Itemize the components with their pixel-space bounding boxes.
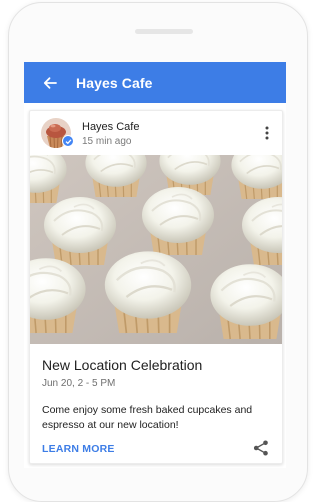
phone-speaker: [135, 29, 193, 34]
post-timestamp: 15 min ago: [82, 136, 132, 147]
arrow-left-icon: [43, 76, 57, 89]
post-body: Come enjoy some fresh baked cupcakes and…: [42, 404, 253, 431]
learn-more-link[interactable]: LEARN MORE: [42, 443, 115, 455]
event-date: Jun 20, 2 - 5 PM: [42, 378, 116, 389]
cupcakes-photo: [30, 155, 282, 344]
event-title: New Location Celebration: [42, 357, 203, 373]
share-button[interactable]: [252, 439, 270, 457]
post-card: Hayes Cafe 15 min ago New Location Celeb…: [29, 110, 283, 464]
back-button[interactable]: [24, 62, 76, 103]
post-header: Hayes Cafe 15 min ago: [30, 111, 282, 155]
more-options-button[interactable]: [256, 122, 278, 144]
post-author[interactable]: Hayes Cafe: [82, 121, 139, 133]
verified-check-icon: [62, 135, 74, 147]
phone-screen: Hayes Cafe Hayes Cafe 15 min ago New Loc…: [24, 62, 286, 468]
share-icon: [253, 440, 268, 456]
app-bar: Hayes Cafe: [24, 62, 286, 103]
more-vert-icon: [265, 126, 269, 140]
app-bar-title: Hayes Cafe: [76, 74, 153, 91]
